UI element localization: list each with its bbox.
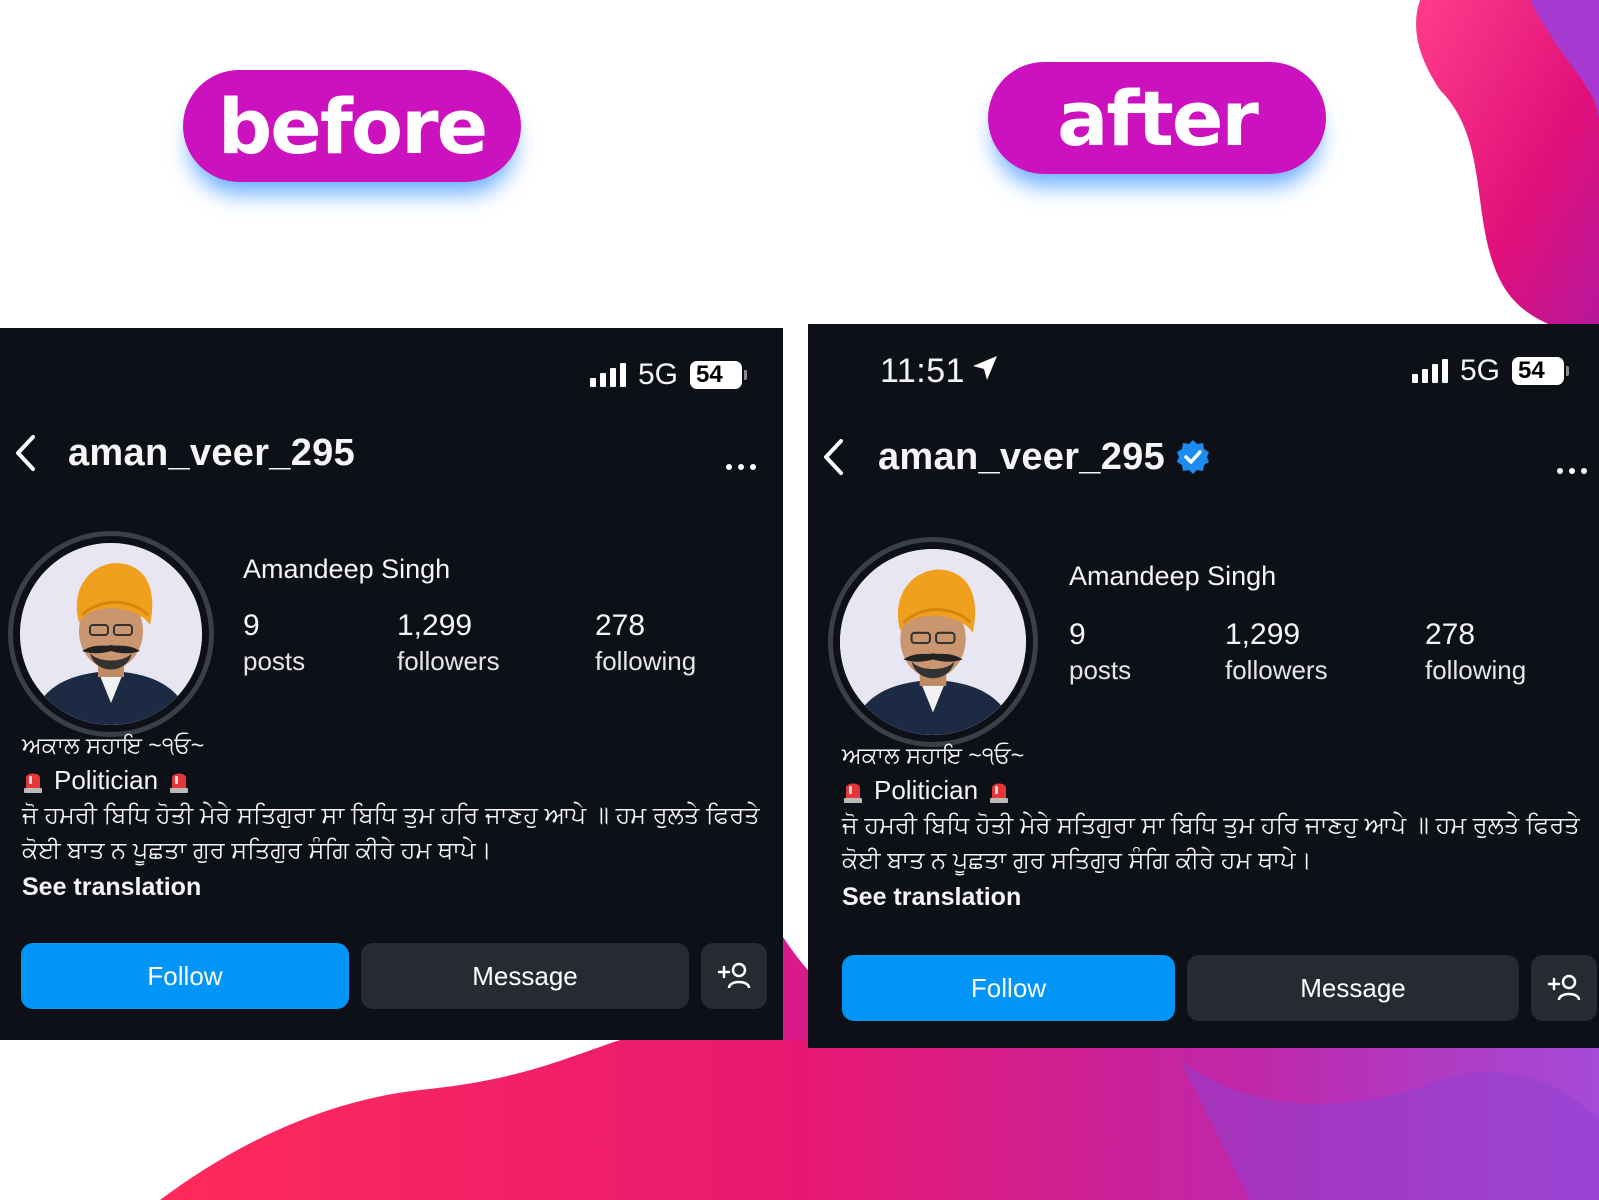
stat-value: 1,299	[1225, 618, 1301, 651]
status-bar: 5G 54	[589, 358, 747, 392]
clock: 11:51	[880, 351, 966, 390]
profile-photo	[840, 549, 1026, 735]
signal-bars-icon	[589, 363, 626, 387]
profile-header: aman_veer_295	[8, 431, 355, 475]
stat-label: following	[595, 646, 697, 676]
stat-label: following	[1425, 655, 1527, 685]
message-button[interactable]: Message	[361, 943, 689, 1009]
more-dots-icon[interactable]	[726, 464, 756, 470]
stat-label: followers	[397, 646, 500, 676]
status-time: 11:51	[880, 351, 999, 391]
stat-followers[interactable]: 1,299 followers	[1225, 617, 1328, 687]
bio-role-text: Politician	[54, 765, 159, 795]
more-dots-icon[interactable]	[1557, 468, 1587, 474]
after-label: after	[988, 62, 1326, 174]
stat-value: 278	[595, 609, 646, 642]
bio-tagline: ਅਕਾਲ ਸਹਾਇ ~੧ਓ~	[22, 732, 205, 758]
stat-label: posts	[243, 646, 306, 676]
message-button[interactable]: Message	[1187, 955, 1519, 1021]
display-name: Amandeep Singh	[1069, 561, 1277, 591]
username: aman_veer_295	[878, 435, 1166, 478]
bio-line: ਜੋ ਹਮਰੀ ਬਿਧਿ ਹੋਤੀ ਮੇਰੇ ਸਤਿਗੁਰਾ ਸਾ ਬਿਧਿ ਤ…	[22, 802, 760, 829]
stat-following[interactable]: 278 following	[595, 608, 696, 678]
chevron-left-icon[interactable]	[816, 435, 850, 479]
add-person-icon[interactable]	[701, 943, 767, 1009]
stat-label: posts	[1069, 655, 1132, 685]
follow-button[interactable]: Follow	[21, 943, 349, 1009]
profile-actions: Follow Message	[842, 955, 1597, 1021]
username: aman_veer_295	[68, 431, 356, 474]
profile-photo	[20, 543, 202, 725]
bio-role: Politician	[842, 773, 1587, 808]
battery-level: 54	[690, 361, 742, 389]
siren-icon	[22, 768, 44, 794]
signal-bars-icon	[1411, 359, 1448, 383]
after-screenshot: 11:51 5G 54 aman_veer_295 Amandeep Singh…	[808, 324, 1599, 1048]
battery-icon: 54	[1512, 357, 1569, 385]
siren-icon	[988, 778, 1010, 804]
bio-line: ਕੋਈ ਬਾਤ ਨ ਪੂਛਤਾ ਗੁਰ ਸਤਿਗੁਰ ਸੰਗਿ ਕੀਰੇ ਹਮ …	[842, 847, 1312, 874]
bio-role: Politician	[22, 763, 762, 798]
bio: ਅਕਾਲ ਸਹਾਇ ~੧ਓ~ Politician ਜੋ ਹਮਰੀ ਬਿਧਿ ਹ…	[842, 738, 1587, 915]
bio-line: ਜੋ ਹਮਰੀ ਬਿਧਿ ਹੋਤੀ ਮੇਰੇ ਸਤਿਗੁਰਾ ਸਾ ਬਿਧਿ ਤ…	[842, 812, 1580, 839]
stat-following[interactable]: 278 following	[1425, 617, 1526, 687]
stat-followers[interactable]: 1,299 followers	[397, 608, 500, 678]
display-name: Amandeep Singh	[243, 554, 451, 584]
bio-tagline: ਅਕਾਲ ਸਹਾਇ ~੧ਓ~	[842, 742, 1025, 768]
profile-header: aman_veer_295	[816, 435, 1211, 479]
before-screenshot: 5G 54 aman_veer_295 Amandeep Singh 9 pos…	[0, 328, 783, 1040]
network-label: 5G	[1459, 354, 1500, 387]
stat-value: 9	[1069, 618, 1086, 651]
avatar[interactable]	[8, 531, 214, 737]
bio-line: ਕੋਈ ਬਾਤ ਨ ਪੂਛਤਾ ਗੁਰ ਸਤਿਗੁਰ ਸੰਗਿ ਕੀਰੇ ਹਮ …	[22, 837, 492, 864]
stat-value: 9	[243, 609, 260, 642]
profile-actions: Follow Message	[21, 943, 767, 1009]
chevron-left-icon[interactable]	[8, 431, 42, 475]
location-arrow-icon	[971, 352, 999, 391]
status-bar: 5G 54	[1411, 354, 1569, 388]
siren-icon	[168, 768, 190, 794]
battery-level: 54	[1512, 357, 1564, 385]
siren-icon	[842, 778, 864, 804]
see-translation-link[interactable]: See translation	[22, 870, 762, 905]
verified-badge-icon	[1175, 439, 1211, 475]
stat-posts[interactable]: 9 posts	[243, 608, 305, 678]
stat-value: 278	[1425, 618, 1476, 651]
bio: ਅਕਾਲ ਸਹਾਇ ~੧ਓ~ Politician ਜੋ ਹਮਰੀ ਬਿਧਿ ਹ…	[22, 728, 762, 905]
before-label: before	[183, 70, 521, 182]
network-label: 5G	[637, 358, 678, 391]
stat-posts[interactable]: 9 posts	[1069, 617, 1131, 687]
avatar[interactable]	[828, 537, 1038, 747]
bio-role-text: Politician	[874, 775, 979, 805]
stat-value: 1,299	[397, 609, 473, 642]
add-person-icon[interactable]	[1531, 955, 1597, 1021]
see-translation-link[interactable]: See translation	[842, 880, 1587, 915]
follow-button[interactable]: Follow	[842, 955, 1175, 1021]
stat-label: followers	[1225, 655, 1328, 685]
battery-icon: 54	[690, 361, 747, 389]
